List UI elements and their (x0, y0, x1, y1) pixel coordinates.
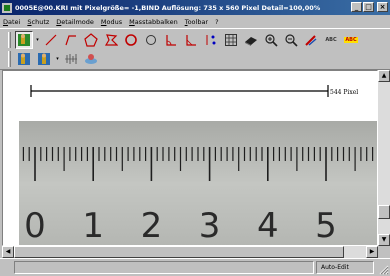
eraser-tool-icon (245, 37, 257, 46)
menu-datei[interactable]: Datei (3, 18, 20, 26)
status-bar: Auto-Edit (0, 258, 390, 276)
text-tool-icon: ABC (325, 37, 337, 43)
circle-tool-button[interactable] (122, 31, 140, 49)
calibrate-icon (85, 54, 97, 64)
ruler-number: 3 (199, 206, 221, 246)
scroll-down-button[interactable]: ▼ (378, 234, 390, 246)
size-grip-icon[interactable] (377, 263, 389, 275)
angle-variant-tool-button[interactable] (182, 31, 200, 49)
pen-tool-button[interactable] (302, 31, 320, 49)
zoom-in-icon (265, 34, 278, 47)
toolbar-grip[interactable] (8, 32, 11, 48)
freehand-polygon-tool-icon (104, 34, 118, 46)
measure-points-tool-icon (206, 35, 216, 45)
pointer-tool-button[interactable] (15, 31, 33, 49)
menu-help[interactable]: ? (215, 18, 218, 26)
grid-tool-button[interactable] (222, 31, 240, 49)
ruler-number: 0 (24, 206, 46, 246)
circle-tool-icon (125, 34, 137, 46)
horizontal-scroll-thumb[interactable] (14, 246, 344, 258)
ellipse-tool-button[interactable] (142, 31, 160, 49)
ruler-number: 4 (257, 206, 279, 246)
ruler-number: 2 (141, 206, 163, 246)
window-controls: _ □ × (351, 2, 388, 12)
menu-schutz[interactable]: Schutz (27, 18, 49, 26)
menu-toolbar[interactable]: Toolbar (185, 18, 208, 26)
image-viewport[interactable]: 544 Pixel 012345 (2, 70, 378, 246)
measure-bars-button[interactable] (62, 50, 80, 68)
angle-tool-icon (166, 35, 176, 46)
scroll-up-button[interactable]: ▲ (378, 70, 390, 82)
title-bar: 0005E@00.KRI mit Pixelgröße= -1,BIND Auf… (0, 0, 390, 15)
minimize-button[interactable]: _ (351, 2, 362, 12)
grid-tool-icon (225, 34, 237, 46)
polyline-tool-icon (65, 35, 76, 46)
freehand-polygon-tool-button[interactable] (102, 31, 120, 49)
close-button[interactable]: × (377, 2, 388, 12)
angle-variant-tool-icon (186, 35, 196, 46)
ellipse-tool-icon (146, 35, 156, 45)
line-tool-icon (45, 34, 57, 46)
menu-bar: Datei Schutz Detailmode Modus Masstabbal… (0, 15, 390, 28)
calibrate-button[interactable] (82, 50, 100, 68)
menu-modus[interactable]: Modus (101, 18, 122, 26)
scale-bar-label: 544 Pixel (330, 89, 358, 96)
angle-tool-button[interactable] (162, 31, 180, 49)
line-tool-button[interactable] (42, 31, 60, 49)
status-mode-pane: Auto-Edit (316, 261, 374, 274)
scale-person-icon (18, 53, 30, 65)
maximize-button[interactable]: □ (363, 2, 374, 12)
toolbar-grip-2[interactable] (8, 51, 11, 67)
app-icon[interactable] (2, 2, 12, 13)
pen-tool-icon (305, 35, 317, 46)
polygon-tool-icon (84, 33, 98, 47)
zoom-out-button[interactable] (282, 31, 300, 49)
ruler-number: 5 (315, 206, 337, 246)
zoom-in-button[interactable] (262, 31, 280, 49)
eraser-tool-button[interactable] (242, 31, 260, 49)
polygon-tool-button[interactable] (82, 31, 100, 49)
toolbar-row-2: ▾ (8, 50, 102, 68)
scrollbar-corner (378, 246, 390, 258)
window-title: 0005E@00.KRI mit Pixelgröße= -1,BIND Auf… (15, 3, 321, 12)
measure-bars-icon (65, 54, 77, 64)
scale-person-variant-icon (38, 53, 50, 65)
toolbar: ▾ ABC ABC ▾ (0, 28, 390, 70)
text-tool-button[interactable]: ABC (322, 31, 340, 49)
highlight-text-tool-icon: ABC (344, 37, 358, 43)
menu-masstabbalken[interactable]: Masstabbalken (129, 18, 178, 26)
vertical-scrollbar[interactable]: ▲ ▼ (378, 70, 390, 246)
scroll-right-button[interactable]: ▶ (366, 246, 378, 258)
pointer-dropdown[interactable]: ▾ (35, 31, 40, 49)
measurement-canvas: 544 Pixel 012345 (19, 85, 377, 246)
scroll-left-button[interactable]: ◀ (2, 246, 14, 258)
horizontal-scrollbar[interactable]: ◀ ▶ (2, 246, 378, 258)
ruler-number: 1 (82, 206, 104, 246)
status-main-pane (14, 261, 314, 274)
scale-dropdown[interactable]: ▾ (55, 50, 60, 68)
pointer-tool-icon (18, 34, 30, 46)
polyline-tool-button[interactable] (62, 31, 80, 49)
vertical-scroll-thumb[interactable] (378, 205, 390, 219)
menu-detailmode[interactable]: Detailmode (56, 18, 94, 26)
measure-points-tool-button[interactable] (202, 31, 220, 49)
toolbar-row-1: ▾ ABC ABC (8, 31, 362, 49)
highlight-text-tool-button[interactable]: ABC (342, 31, 360, 49)
zoom-out-icon (285, 34, 298, 47)
scale-person-button[interactable] (15, 50, 33, 68)
scale-person-variant-button[interactable] (35, 50, 53, 68)
